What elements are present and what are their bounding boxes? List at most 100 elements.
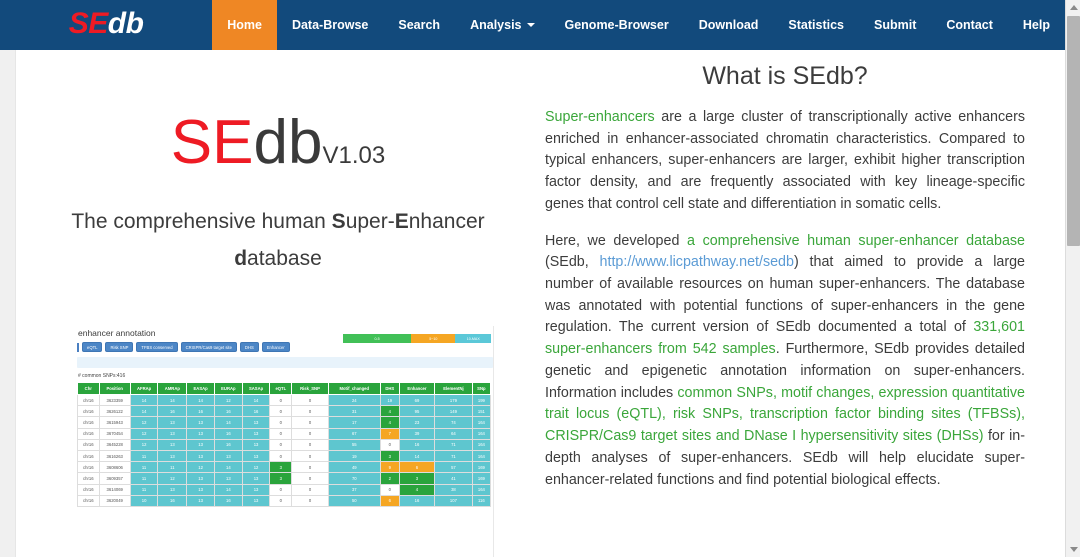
tagline-pre: The comprehensive human [71,210,332,233]
nav-item-label: Contact [946,18,993,32]
carousel-indicator-dot[interactable] [252,267,261,276]
table-cell: 24 [327,393,381,407]
nav-item-download[interactable]: Download [684,0,774,50]
table-cell: 9 [379,461,400,474]
arrow-down-icon [1069,547,1078,552]
table-cell: 71 [434,438,473,451]
scrollbar-thumb[interactable] [1067,16,1080,246]
nav-menu: Home Data-Browse Search Analysis Genome-Brow… [212,0,1065,50]
body-text: (SEdb, [545,254,600,271]
scroll-up-button[interactable] [1066,0,1080,15]
table-column-header: Enhancer [398,382,436,395]
nav-item-home[interactable]: Home [212,0,277,50]
table-cell: 13 [241,472,271,485]
scroll-down-button[interactable] [1066,542,1080,557]
table-cell: 0 [291,494,329,507]
table-cell: 3626122 [98,405,131,418]
table-cell: 14 [186,393,215,407]
table-column-header: EASAp [186,382,215,395]
table-cell: 0 [269,449,293,463]
table-cell: 70 [327,472,381,485]
table-cell: 3645228 [98,438,131,451]
shot-blue-band [77,357,493,368]
tagline-nhancer: nhancer [408,210,485,233]
table-column-header: Position [98,382,131,395]
table-cell: 13 [157,483,188,496]
external-link[interactable]: http://www.licpathway.net/sedb [600,254,794,270]
table-cell: 0 [269,416,293,429]
nav-item-statistics[interactable]: Statistics [773,0,859,50]
nav-item-label: Statistics [788,18,845,32]
table-cell: 67 [327,427,381,440]
about-paragraph-2: Here, we developed a comprehensive human… [545,231,1025,492]
table-row: chr16 3620049 10 16 13 16 13 0 0 50 6 16 107 116 [77,494,492,507]
table-cell: 13 [241,416,271,429]
shot-tag-tfbs-conserved[interactable]: TFBS conserved [136,342,178,352]
table-cell: 13 [186,438,215,451]
table-cell: 13 [186,483,215,496]
table-cell: 3623359 [98,393,131,407]
table-column-header: ElementNj [434,382,473,395]
shot-tag-crispr-cas9-target-site[interactable]: CRISPR/Cas9 target site [180,342,237,352]
table-cell: 3 [269,472,293,485]
table-cell: chr16 [77,461,100,474]
table-column-header: eQTL [269,382,293,395]
carousel-indicators[interactable] [252,267,278,276]
table-cell: 151 [471,405,492,418]
nav-item-search[interactable]: Search [383,0,455,50]
table-column-header: AFRAp [129,382,159,395]
nav-item-label: Genome-Browser [564,18,669,32]
nav-item-label: Download [698,18,759,32]
table-cell: 0 [379,483,400,496]
table-cell: chr16 [77,405,100,418]
table-cell: 0 [379,438,400,451]
carousel-screenshot[interactable]: enhancer annotation eQTL Risk SNP TFBS con… [75,326,495,557]
table-cell: 41 [434,472,473,485]
table-cell: 12 [241,461,271,474]
table-cell: 3 [379,449,400,463]
tagline-e: E [394,210,409,233]
shot-tag-enhancer[interactable]: Enhancer [261,342,290,352]
table-cell: 13 [186,449,215,463]
body-text: Here, we developed [545,232,688,249]
table-cell: 3670454 [98,427,131,440]
nav-item-genome-browser[interactable]: Genome-Browser [550,0,684,50]
table-cell: 14 [213,416,243,429]
table-cell: 0 [291,393,329,407]
table-cell: 16 [157,405,188,418]
shot-accent-bar [77,342,79,352]
shot-tag-risk-snp[interactable]: Risk SNP [105,342,134,352]
arrow-up-icon [1069,5,1078,10]
hero-tagline: The comprehensive human Super-Enhancer d… [20,204,536,278]
site-logo[interactable]: SE db [0,0,212,50]
table-cell: 12 [129,416,159,429]
table-cell: 0 [269,393,293,407]
table-cell: 19 [379,393,400,407]
table-cell: 16 [213,427,243,440]
shot-tag-dhs[interactable]: DHS [239,342,259,352]
table-cell: 0 [269,427,293,440]
table-cell: chr16 [77,494,100,507]
shot-tag-eqtl[interactable]: eQTL [82,342,103,352]
nav-item-contact[interactable]: Contact [931,0,1008,50]
table-cell: 13 [186,416,215,429]
nav-item-label: Home [227,18,262,32]
logo-text-db: db [107,6,144,40]
table-row: chr16 3616263 11 13 13 13 13 0 0 19 3 14 71 164 [77,449,492,463]
table-cell: 0 [291,461,329,474]
nav-item-data-browse[interactable]: Data-Browse [277,0,383,50]
table-cell: 74 [434,416,473,429]
table-cell: 2 [379,472,400,485]
nav-item-submit[interactable]: Submit [859,0,931,50]
nav-item-analysis[interactable]: Analysis [455,0,549,50]
vertical-scrollbar[interactable] [1065,0,1080,557]
carousel-indicator-dot[interactable] [269,267,278,276]
table-cell: 6 [398,461,436,474]
main-content: SEdbV1.03 The comprehensive human Super-… [16,50,1065,557]
table-column-header: EURAp [213,382,243,395]
table-body: chr16 3623359 14 14 14 12 14 0 0 24 19 69 179 199 chr1… [77,393,492,507]
nav-item-help[interactable]: Help [1008,0,1065,50]
page-root: SE db Home Data-Browse Search Analysis Genome… [0,0,1080,557]
tagline-s: S [331,210,346,233]
table-cell: 12 [213,393,243,407]
